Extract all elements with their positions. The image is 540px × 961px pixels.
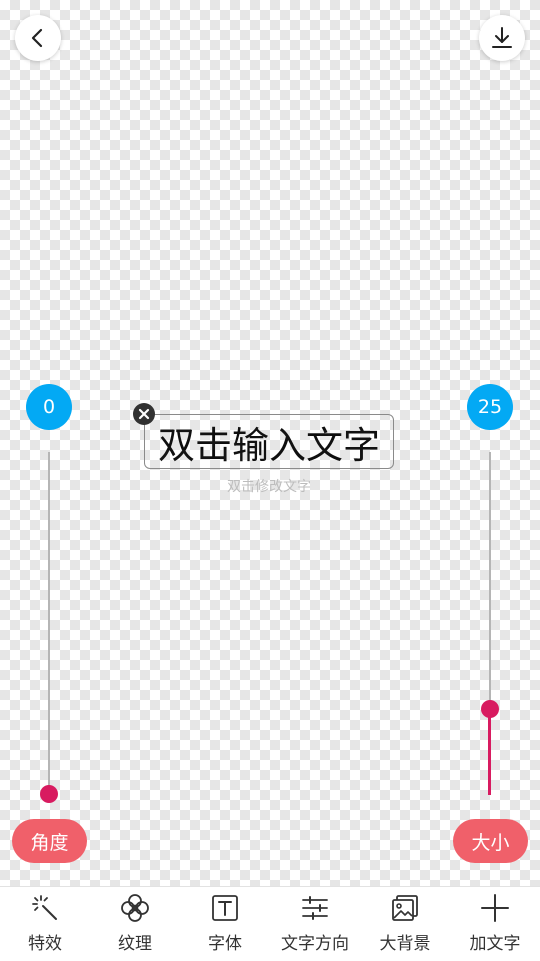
size-label: 大小 xyxy=(453,819,528,863)
tool-effects-label: 特效 xyxy=(28,934,62,954)
chevron-left-icon xyxy=(31,28,43,48)
close-icon xyxy=(138,408,150,420)
text-hint: 双击修改文字 xyxy=(227,479,311,495)
tool-background[interactable]: 大背景 xyxy=(360,887,450,961)
tool-font-label: 字体 xyxy=(208,934,242,954)
angle-label: 角度 xyxy=(12,819,87,863)
text-layer[interactable]: 双击输入文字 xyxy=(144,414,394,469)
magic-wand-icon xyxy=(32,895,57,920)
size-slider-track[interactable] xyxy=(489,452,491,710)
sliders-icon xyxy=(302,896,328,920)
back-button[interactable] xyxy=(15,15,61,61)
image-icon xyxy=(392,895,418,921)
tool-background-label: 大背景 xyxy=(379,934,431,954)
flower-icon xyxy=(121,894,149,922)
size-value-bubble: 25 xyxy=(467,384,513,430)
tool-texture[interactable]: 纹理 xyxy=(90,887,180,961)
angle-slider-thumb[interactable] xyxy=(40,785,58,803)
download-icon xyxy=(492,27,512,48)
text-box-icon xyxy=(212,895,238,921)
tool-effects[interactable]: 特效 xyxy=(0,887,90,961)
angle-slider-track[interactable] xyxy=(48,452,50,794)
size-slider-fill xyxy=(488,709,491,795)
remove-text-button[interactable] xyxy=(133,403,155,425)
tool-text-direction-label: 文字方向 xyxy=(281,934,349,954)
tool-texture-label: 纹理 xyxy=(118,934,152,954)
tool-text-direction[interactable]: 文字方向 xyxy=(270,887,360,961)
tool-font[interactable]: 字体 xyxy=(180,887,270,961)
download-button[interactable] xyxy=(479,15,525,61)
plus-icon xyxy=(481,894,509,922)
tool-add-text-label: 加文字 xyxy=(469,934,521,954)
angle-value-bubble: 0 xyxy=(26,384,72,430)
bottom-toolbar: 特效 纹理 字体 文字方向 大背景 加文字 xyxy=(0,886,540,961)
tool-add-text[interactable]: 加文字 xyxy=(450,887,540,961)
size-slider-thumb[interactable] xyxy=(481,700,499,718)
